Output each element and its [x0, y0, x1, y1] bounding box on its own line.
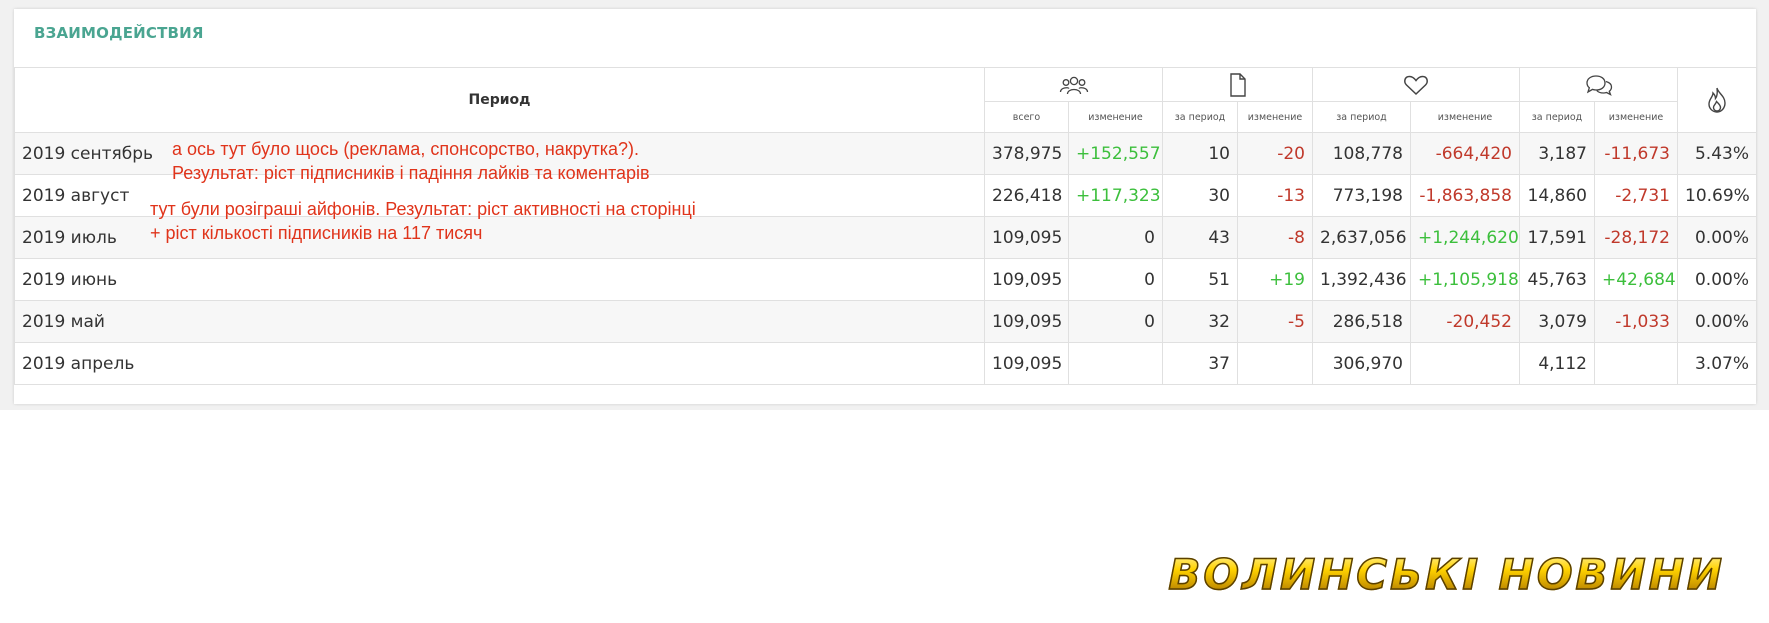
posts-cell: 30: [1162, 174, 1238, 217]
annotation-line: тут були розіграші айфонів. Результат: р…: [150, 199, 696, 219]
engagement-rate-cell: 0.00%: [1677, 216, 1757, 259]
comments-cell: 4,112: [1519, 342, 1595, 385]
panel-title: ВЗАИМОДЕЙСТВИЯ: [34, 24, 204, 42]
likes-change-cell: +1,244,620: [1410, 216, 1520, 259]
followers-total-cell: 109,095: [984, 342, 1069, 385]
followers-total-cell: 109,095: [984, 258, 1069, 301]
comments-change-cell: -11,673: [1594, 132, 1678, 175]
posts-cell: 10: [1162, 132, 1238, 175]
comments-change-cell: +42,684: [1594, 258, 1678, 301]
posts-cell: 32: [1162, 300, 1238, 343]
followers-change-header[interactable]: изменение: [1068, 101, 1163, 133]
period-cell: 2019 апрель: [14, 342, 985, 385]
engagement-rate-column-header: [1677, 67, 1757, 133]
followers-change-cell: 0: [1068, 300, 1163, 343]
likes-cell: 773,198: [1312, 174, 1411, 217]
likes-change-cell: +1,105,918: [1410, 258, 1520, 301]
posts-cell: 51: [1162, 258, 1238, 301]
engagement-rate-cell: 10.69%: [1677, 174, 1757, 217]
comments-cell: 45,763: [1519, 258, 1595, 301]
comments-change-cell: -2,731: [1594, 174, 1678, 217]
comments-change-cell: -1,033: [1594, 300, 1678, 343]
comments-change-header[interactable]: изменение: [1594, 101, 1678, 133]
annotation-august: тут були розіграші айфонів. Результат: р…: [150, 197, 696, 245]
posts-change-header[interactable]: изменение: [1237, 101, 1313, 133]
comments-period-header[interactable]: за период: [1519, 101, 1595, 133]
annotation-line: + ріст кількості підписників на 117 тися…: [150, 223, 483, 243]
period-column-header[interactable]: Период: [14, 67, 985, 133]
likes-period-header[interactable]: за период: [1312, 101, 1411, 133]
likes-cell: 286,518: [1312, 300, 1411, 343]
table-row[interactable]: 2019 июнь 109,095 0 51 +19 1,392,436 +1,105,91…: [14, 258, 1757, 301]
followers-column-group: [984, 67, 1163, 102]
posts-column-group: [1162, 67, 1313, 102]
period-cell: 2019 май: [14, 300, 985, 343]
likes-change-cell: [1410, 342, 1520, 385]
posts-icon: [1170, 72, 1305, 97]
followers-total-cell: 109,095: [984, 216, 1069, 259]
table-row[interactable]: 2019 апрель 109,095 37 306,970 4,112 3.07%: [14, 342, 1757, 385]
header-icon-row: Период: [14, 67, 1757, 133]
comments-cell: 17,591: [1519, 216, 1595, 259]
likes-cell: 2,637,056: [1312, 216, 1411, 259]
posts-change-cell: [1237, 342, 1313, 385]
comments-column-group: [1519, 67, 1678, 102]
engagement-rate-cell: 5.43%: [1677, 132, 1757, 175]
likes-change-cell: -1,863,858: [1410, 174, 1520, 217]
followers-change-cell: +152,557: [1068, 132, 1163, 175]
followers-change-cell: +117,323: [1068, 174, 1163, 217]
engagement-rate-cell: 0.00%: [1677, 258, 1757, 301]
likes-cell: 1,392,436: [1312, 258, 1411, 301]
likes-cell: 108,778: [1312, 132, 1411, 175]
likes-change-cell: -20,452: [1410, 300, 1520, 343]
engagement-rate-cell: 3.07%: [1677, 342, 1757, 385]
posts-period-header[interactable]: за период: [1162, 101, 1238, 133]
posts-change-cell: +19: [1237, 258, 1313, 301]
followers-change-cell: 0: [1068, 258, 1163, 301]
followers-total-cell: 226,418: [984, 174, 1069, 217]
annotation-line: а ось тут було щось (реклама, спонсорств…: [172, 139, 640, 159]
table-row[interactable]: 2019 май 109,095 0 32 -5 286,518 -20,452 3,079-…: [14, 300, 1757, 343]
followers-total-cell: 109,095: [984, 300, 1069, 343]
followers-icon: [992, 75, 1155, 95]
comments-cell: 14,860: [1519, 174, 1595, 217]
annotation-september: а ось тут було щось (реклама, спонсорств…: [172, 137, 650, 185]
posts-change-cell: -13: [1237, 174, 1313, 217]
likes-column-group: [1312, 67, 1520, 102]
annotation-line: Результат: ріст підписників і падіння ла…: [172, 163, 650, 183]
likes-icon: [1320, 74, 1512, 96]
likes-change-cell: -664,420: [1410, 132, 1520, 175]
followers-total-header[interactable]: всего: [984, 101, 1069, 133]
followers-change-cell: [1068, 342, 1163, 385]
likes-cell: 306,970: [1312, 342, 1411, 385]
engagement-flame-icon: [1685, 87, 1749, 113]
followers-change-cell: 0: [1068, 216, 1163, 259]
comments-cell: 3,187: [1519, 132, 1595, 175]
period-cell: 2019 июнь: [14, 258, 985, 301]
followers-total-cell: 378,975: [984, 132, 1069, 175]
comments-cell: 3,079: [1519, 300, 1595, 343]
comments-change-cell: [1594, 342, 1678, 385]
volynski-novyny-watermark: ВОЛИНСЬКІ НОВИНИ: [1168, 549, 1725, 600]
posts-change-cell: -20: [1237, 132, 1313, 175]
posts-change-cell: -8: [1237, 216, 1313, 259]
comments-icon: [1527, 74, 1670, 96]
posts-change-cell: -5: [1237, 300, 1313, 343]
likes-change-header[interactable]: изменение: [1410, 101, 1520, 133]
posts-cell: 37: [1162, 342, 1238, 385]
engagement-rate-cell: 0.00%: [1677, 300, 1757, 343]
comments-change-cell: -28,172: [1594, 216, 1678, 259]
posts-cell: 43: [1162, 216, 1238, 259]
